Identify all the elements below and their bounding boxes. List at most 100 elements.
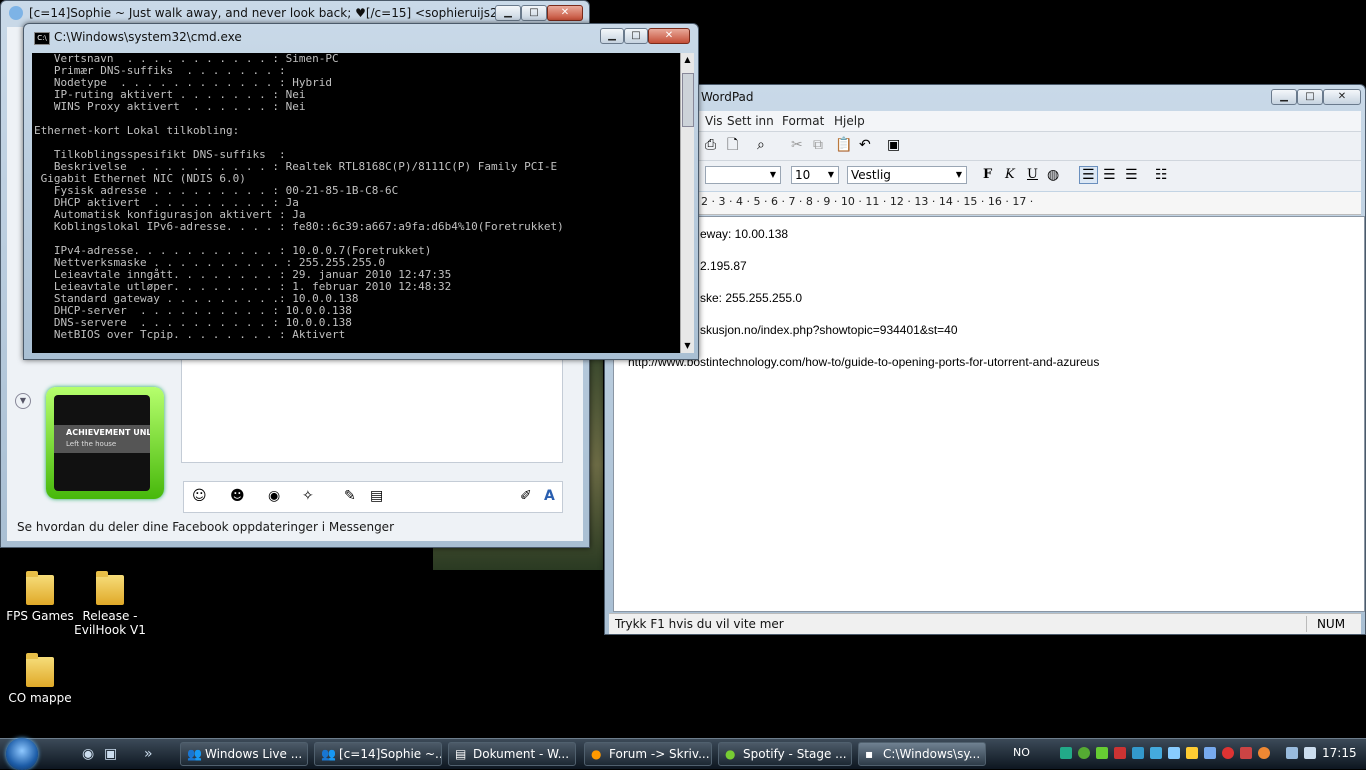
- scroll-thumb[interactable]: [682, 73, 694, 127]
- tray-icon-1[interactable]: [1060, 747, 1072, 759]
- ruler[interactable]: 2 · 3 · 4 · 5 · 6 · 7 · 8 · 9 · 10 · 11 …: [609, 192, 1361, 215]
- taskbar-item-spotify[interactable]: ● Spotify - Stage ...: [718, 742, 852, 766]
- spellcheck-icon[interactable]: ✎: [344, 488, 356, 504]
- tray-icon-9[interactable]: [1204, 747, 1216, 759]
- speaker-tray-icon[interactable]: [1304, 747, 1316, 759]
- script-select[interactable]: Vestlig ▼: [847, 166, 967, 184]
- menu-bar: Vis Sett inn Format Hjelp: [609, 111, 1361, 131]
- tray-icon-4[interactable]: [1114, 747, 1126, 759]
- wordpad-title: WordPad: [701, 90, 754, 104]
- menu-vis[interactable]: Vis: [705, 114, 723, 128]
- tray-icon-5[interactable]: [1132, 747, 1144, 759]
- tray-icon-3[interactable]: [1096, 747, 1108, 759]
- emoticon-icon[interactable]: ☺: [192, 488, 207, 504]
- align-left-icon[interactable]: ☰: [1079, 166, 1098, 184]
- document-area[interactable]: eway: 10.00.138 2.195.87 ske: 255.255.25…: [613, 216, 1365, 612]
- wordpad-icon: ▤: [455, 747, 467, 761]
- folder-icon: [26, 653, 54, 687]
- menu-sett-inn[interactable]: Sett inn: [727, 114, 774, 128]
- spotify-tray-icon[interactable]: [1078, 747, 1090, 759]
- taskbar-item-dokument[interactable]: ▤ Dokument - W...: [448, 742, 576, 766]
- tray-icon-10[interactable]: [1222, 747, 1234, 759]
- avatar[interactable]: ACHIEVEMENT UNLOCK Left the house: [46, 387, 164, 499]
- handwriting-icon[interactable]: ✐: [520, 488, 532, 504]
- underline-button[interactable]: U: [1027, 167, 1038, 182]
- desktop-icon-label: FPS Games: [6, 609, 74, 623]
- undo-icon[interactable]: ↶: [859, 137, 871, 153]
- find-icon[interactable]: ⌕: [757, 137, 765, 153]
- start-button[interactable]: [6, 738, 38, 770]
- insert-object-icon[interactable]: ▣: [887, 137, 900, 153]
- cmd-icon: C:\: [34, 32, 50, 45]
- background-icon[interactable]: ▤: [370, 488, 383, 504]
- wink-icon[interactable]: ☻: [230, 488, 245, 504]
- color-icon[interactable]: ◍: [1047, 167, 1059, 183]
- paste-icon[interactable]: 📋: [835, 137, 852, 153]
- nudge-icon[interactable]: ✧: [302, 488, 314, 504]
- taskbar-item-forum[interactable]: ● Forum -> Skriv...: [584, 742, 712, 766]
- wordpad-window: WordPad ▁ □ ✕ Vis Sett inn Format Hjelp …: [604, 84, 1366, 635]
- tray-icon-7[interactable]: [1168, 747, 1180, 759]
- network-icon[interactable]: ◉: [82, 746, 94, 762]
- language-indicator[interactable]: NO: [1013, 746, 1030, 759]
- num-lock-indicator: NUM: [1306, 616, 1355, 632]
- chevron-down-icon[interactable]: ▼: [15, 393, 31, 409]
- menu-format[interactable]: Format: [782, 114, 824, 128]
- taskbar: ◉ ▣ » 👥 Windows Live ... 👥 [c=14]Sophie ~.…: [0, 738, 1366, 770]
- status-text: Trykk F1 hvis du vil vite mer: [615, 617, 784, 631]
- maximize-button[interactable]: □: [521, 5, 547, 21]
- console-output[interactable]: Vertsnavn . . . . . . . . . . . : Simen-…: [32, 53, 680, 353]
- folder-icon: [96, 571, 124, 605]
- font-name-select[interactable]: ▼: [705, 166, 781, 184]
- voice-clip-icon[interactable]: ◉: [268, 488, 280, 504]
- print-icon[interactable]: ⎙: [705, 137, 716, 153]
- desktop-icon-co-mappe[interactable]: CO mappe: [0, 653, 80, 705]
- font-icon[interactable]: A: [544, 488, 555, 504]
- clock[interactable]: 17:15: [1322, 746, 1357, 760]
- show-desktop-icon[interactable]: ▣: [104, 746, 117, 762]
- ruler-marks: 2 · 3 · 4 · 5 · 6 · 7 · 8 · 9 · 10 · 11 …: [701, 195, 1034, 208]
- desktop-icon-label: CO mappe: [8, 691, 72, 705]
- tray-icon-11[interactable]: [1240, 747, 1252, 759]
- quicklaunch-more-icon[interactable]: »: [144, 746, 153, 762]
- menu-hjelp[interactable]: Hjelp: [834, 114, 865, 128]
- align-center-icon[interactable]: ☰: [1103, 167, 1116, 183]
- taskbar-item-cmd[interactable]: ▪ C:\Windows\sy...: [858, 742, 986, 766]
- scroll-up-icon[interactable]: ▲: [681, 53, 694, 67]
- cmd-icon: ▪: [865, 747, 874, 761]
- taskbar-item-windows-live[interactable]: 👥 Windows Live ...: [180, 742, 308, 766]
- minimize-button[interactable]: ▁: [495, 5, 521, 21]
- console-text: Vertsnavn . . . . . . . . . . . : Simen-…: [34, 53, 564, 341]
- avatar-image: ACHIEVEMENT UNLOCK Left the house: [54, 395, 150, 491]
- bullets-icon[interactable]: ☷: [1155, 167, 1168, 183]
- chat-toolbar: ☺ ☻ ◉ ✧ ✎ ▤ ✐ A: [183, 481, 563, 513]
- network-tray-icon[interactable]: [1286, 747, 1298, 759]
- cut-icon[interactable]: ✂: [791, 137, 803, 153]
- scrollbar[interactable]: ▲ ▼: [680, 53, 694, 353]
- facebook-link[interactable]: Se hvordan du deler dine Facebook oppdat…: [17, 520, 394, 534]
- desktop-icon-fps-games[interactable]: FPS Games: [0, 571, 80, 623]
- minimize-button[interactable]: ▁: [600, 28, 624, 44]
- format-toolbar: ▼ 10 ▼ Vestlig ▼ F K U ◍ ☰ ☰ ☰ ☷: [609, 160, 1361, 191]
- status-bar: Trykk F1 hvis du vil vite mer NUM: [609, 613, 1361, 634]
- tray-icon-6[interactable]: [1150, 747, 1162, 759]
- italic-button[interactable]: K: [1005, 167, 1015, 182]
- taskbar-item-sophie[interactable]: 👥 [c=14]Sophie ~...: [314, 742, 442, 766]
- maximize-button[interactable]: □: [624, 28, 648, 44]
- tray-icon-12[interactable]: [1258, 747, 1270, 759]
- doc-line: 2.195.87: [700, 259, 747, 273]
- volume-icon[interactable]: [1186, 747, 1198, 759]
- close-button[interactable]: ✕: [1323, 89, 1361, 105]
- bold-button[interactable]: F: [983, 167, 992, 182]
- achievement-title: ACHIEVEMENT UNLOCK: [66, 428, 150, 437]
- print-preview-icon[interactable]: 🗋: [727, 137, 738, 153]
- align-right-icon[interactable]: ☰: [1125, 167, 1138, 183]
- close-button[interactable]: ✕: [648, 28, 690, 44]
- copy-icon[interactable]: ⧉: [813, 137, 823, 153]
- scroll-down-icon[interactable]: ▼: [681, 339, 694, 353]
- close-button[interactable]: ✕: [547, 5, 583, 21]
- font-size-select[interactable]: 10 ▼: [791, 166, 839, 184]
- desktop-icon-release-evilhook[interactable]: Release - EvilHook V1: [70, 571, 150, 637]
- maximize-button[interactable]: □: [1297, 89, 1323, 105]
- minimize-button[interactable]: ▁: [1271, 89, 1297, 105]
